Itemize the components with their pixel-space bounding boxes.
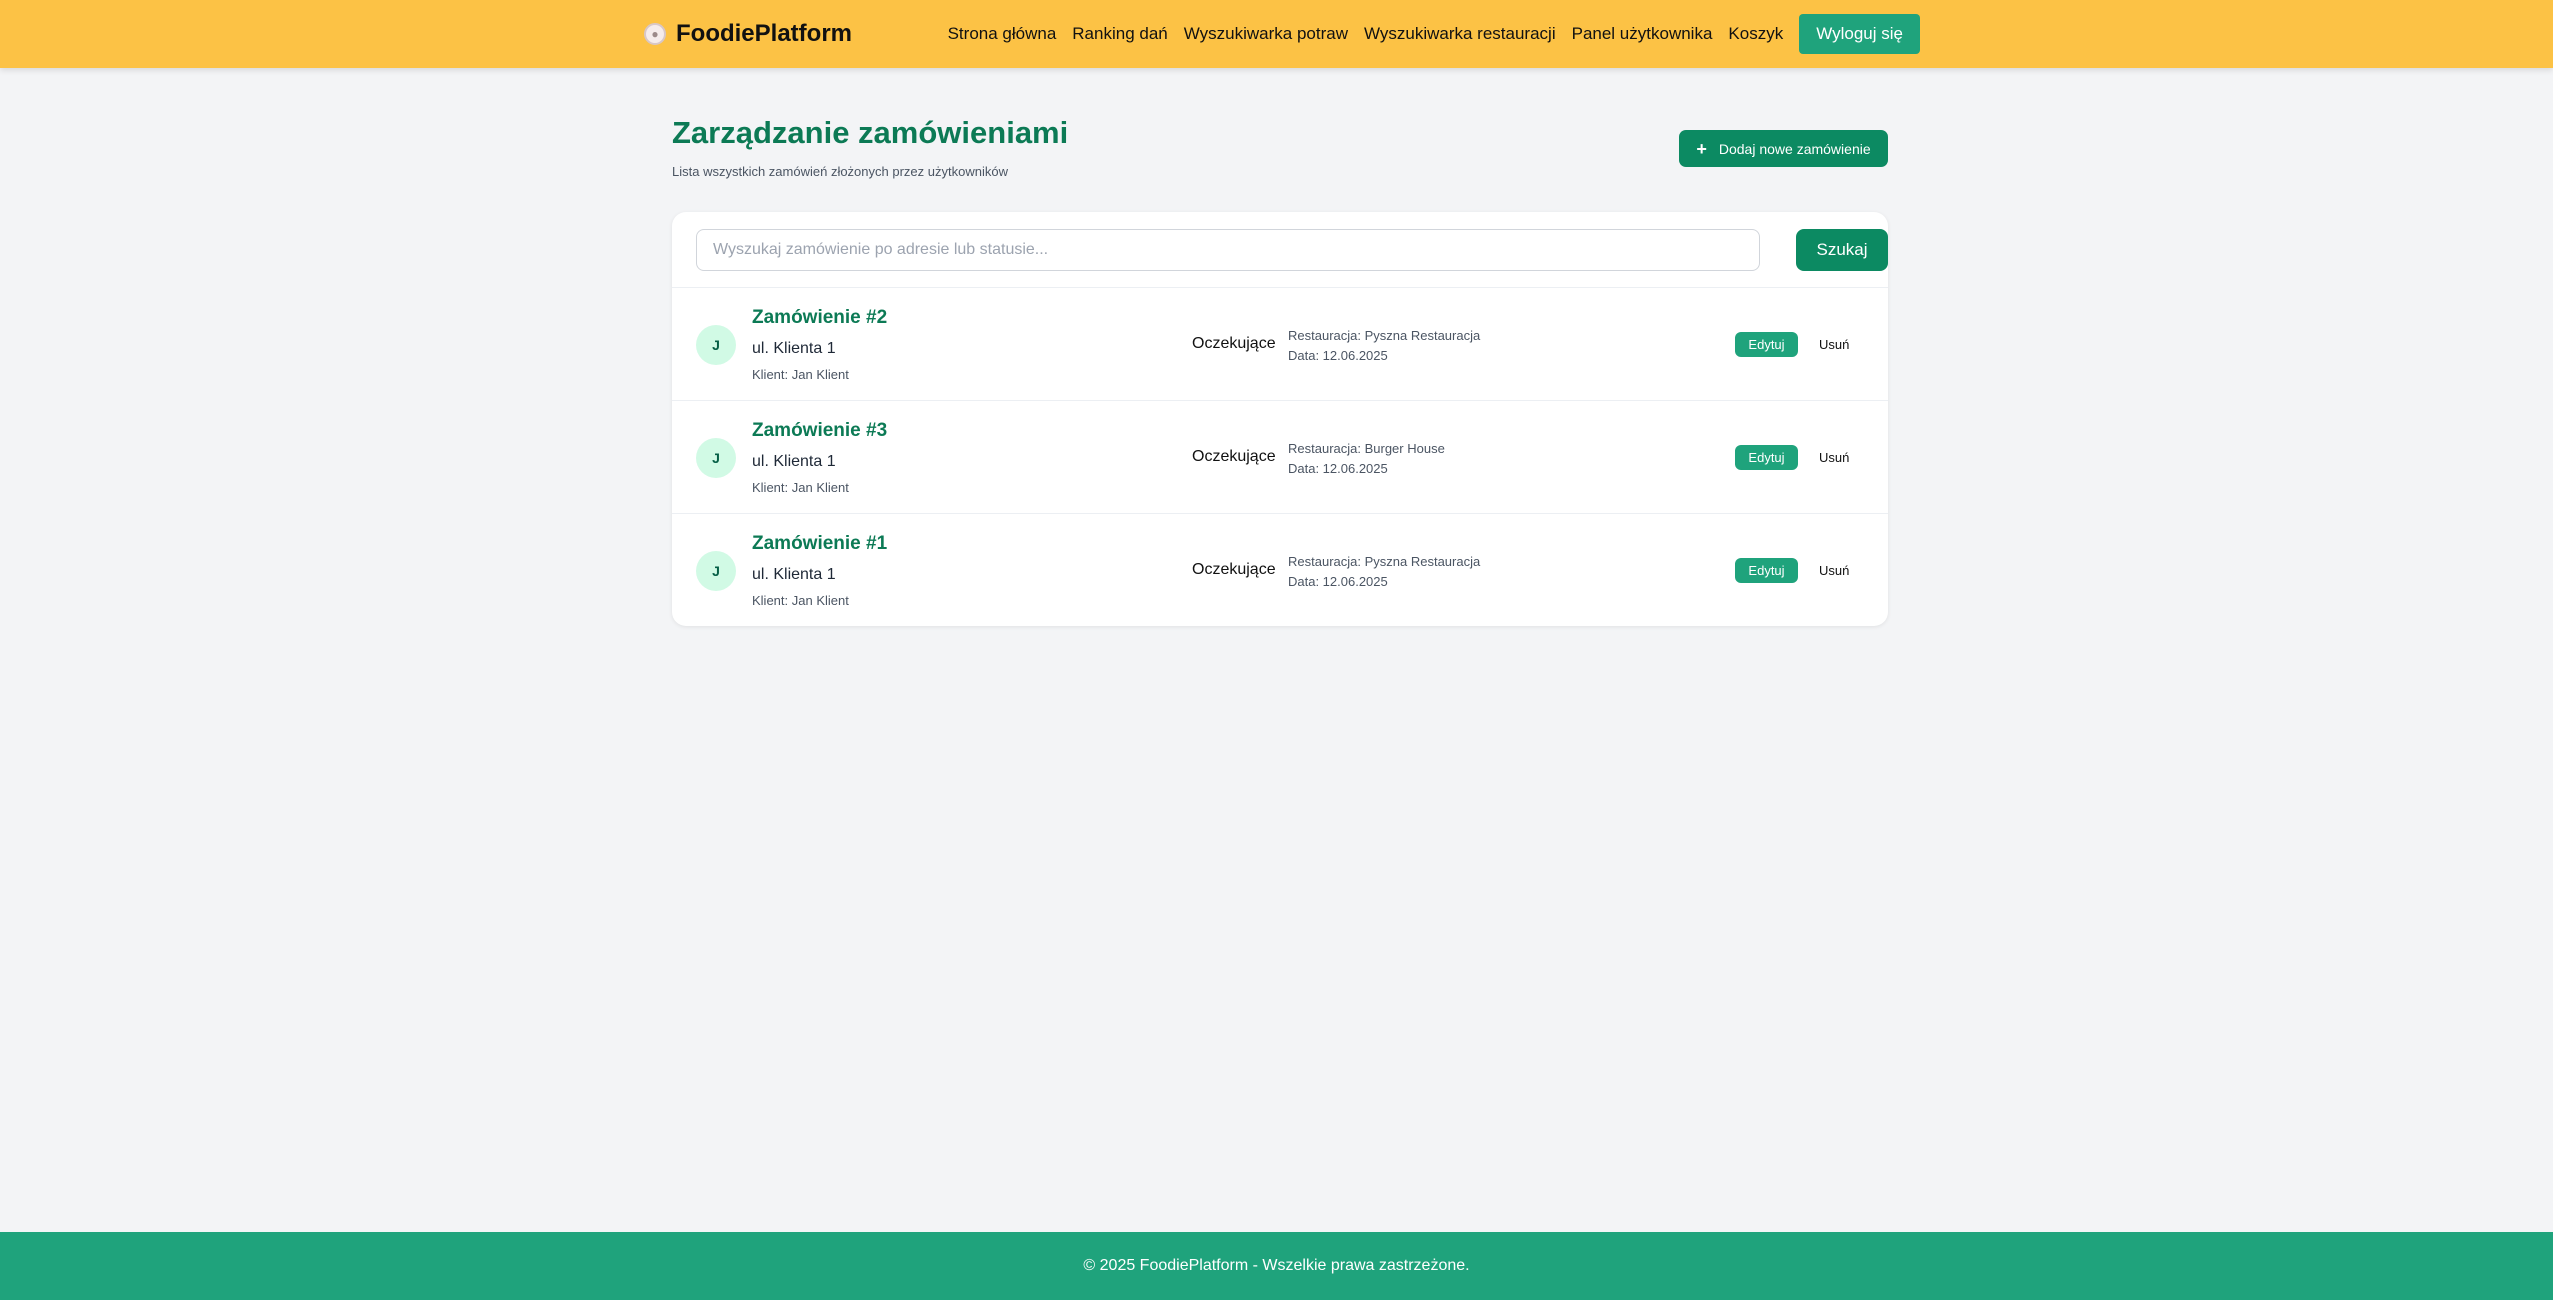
order-status: Oczekujące bbox=[1192, 448, 1276, 465]
search-bar: Szukaj bbox=[696, 229, 1888, 271]
avatar: J bbox=[696, 551, 736, 591]
order-restaurant: Restauracja: Pyszna Restauracja bbox=[1288, 328, 1481, 343]
logout-button[interactable]: Wyloguj się bbox=[1799, 14, 1920, 54]
plate-icon: ● bbox=[644, 23, 666, 45]
order-date: Data: 12.06.2025 bbox=[1288, 348, 1388, 363]
order-status: Oczekujące bbox=[1192, 561, 1276, 578]
footer-copyright: © 2025 FoodiePlatform - Wszelkie prawa z… bbox=[1083, 1257, 1470, 1274]
orders-list: J Zamówienie #2 ul. Klienta 1 Klient: Ja… bbox=[672, 287, 1888, 626]
search-button[interactable]: Szukaj bbox=[1796, 229, 1888, 271]
page-subtitle: Lista wszystkich zamówień złożonych prze… bbox=[672, 164, 1008, 179]
nav-link-user-panel[interactable]: Panel użytkownika bbox=[1572, 24, 1713, 44]
add-order-button[interactable]: + Dodaj nowe zamówienie bbox=[1679, 130, 1888, 167]
order-address: ul. Klienta 1 bbox=[752, 453, 836, 470]
nav-link-home[interactable]: Strona główna bbox=[948, 24, 1057, 44]
order-restaurant: Restauracja: Burger House bbox=[1288, 441, 1445, 456]
order-status: Oczekujące bbox=[1192, 335, 1276, 352]
edit-button[interactable]: Edytuj bbox=[1735, 332, 1798, 357]
avatar: J bbox=[696, 325, 736, 365]
order-date: Data: 12.06.2025 bbox=[1288, 574, 1388, 589]
avatar: J bbox=[696, 438, 736, 478]
order-row: J Zamówienie #2 ul. Klienta 1 Klient: Ja… bbox=[672, 287, 1888, 400]
order-title[interactable]: Zamówienie #1 bbox=[752, 533, 887, 555]
order-row: J Zamówienie #3 ul. Klienta 1 Klient: Ja… bbox=[672, 400, 1888, 513]
top-navbar: ● FoodiePlatform Strona główna Ranking d… bbox=[0, 0, 2553, 68]
delete-button[interactable]: Usuń bbox=[1819, 445, 1849, 470]
plus-icon: + bbox=[1696, 138, 1707, 159]
order-meta: Restauracja: Pyszna Restauracja Data: 12… bbox=[1288, 326, 1480, 366]
order-title[interactable]: Zamówienie #3 bbox=[752, 420, 887, 442]
nav-link-dish-search[interactable]: Wyszukiwarka potraw bbox=[1184, 24, 1348, 44]
footer: © 2025 FoodiePlatform - Wszelkie prawa z… bbox=[0, 1232, 2553, 1300]
page-title: Zarządzanie zamówieniami bbox=[672, 115, 1069, 150]
order-address: ul. Klienta 1 bbox=[752, 566, 836, 583]
main-nav: Strona główna Ranking dań Wyszukiwarka p… bbox=[948, 0, 1920, 68]
order-date: Data: 12.06.2025 bbox=[1288, 461, 1388, 476]
delete-button[interactable]: Usuń bbox=[1819, 558, 1849, 583]
orders-card: Szukaj J Zamówienie #2 ul. Klienta 1 Kli… bbox=[672, 212, 1888, 626]
edit-button[interactable]: Edytuj bbox=[1735, 558, 1798, 583]
order-restaurant: Restauracja: Pyszna Restauracja bbox=[1288, 554, 1481, 569]
search-input[interactable] bbox=[696, 229, 1760, 271]
nav-link-dish-ranking[interactable]: Ranking dań bbox=[1072, 24, 1167, 44]
brand-name: FoodiePlatform bbox=[676, 20, 853, 47]
edit-button[interactable]: Edytuj bbox=[1735, 445, 1798, 470]
order-client: Klient: Jan Klient bbox=[752, 367, 849, 382]
order-address: ul. Klienta 1 bbox=[752, 340, 836, 357]
order-title[interactable]: Zamówienie #2 bbox=[752, 307, 887, 329]
order-meta: Restauracja: Burger House Data: 12.06.20… bbox=[1288, 439, 1445, 479]
nav-link-cart[interactable]: Koszyk bbox=[1728, 24, 1783, 44]
delete-button[interactable]: Usuń bbox=[1819, 332, 1849, 357]
order-meta: Restauracja: Pyszna Restauracja Data: 12… bbox=[1288, 552, 1480, 592]
brand[interactable]: ● FoodiePlatform bbox=[644, 0, 852, 68]
order-row: J Zamówienie #1 ul. Klienta 1 Klient: Ja… bbox=[672, 513, 1888, 626]
order-client: Klient: Jan Klient bbox=[752, 593, 849, 608]
order-client: Klient: Jan Klient bbox=[752, 480, 849, 495]
nav-link-restaurant-search[interactable]: Wyszukiwarka restauracji bbox=[1364, 24, 1556, 44]
add-order-label: Dodaj nowe zamówienie bbox=[1718, 140, 1871, 157]
